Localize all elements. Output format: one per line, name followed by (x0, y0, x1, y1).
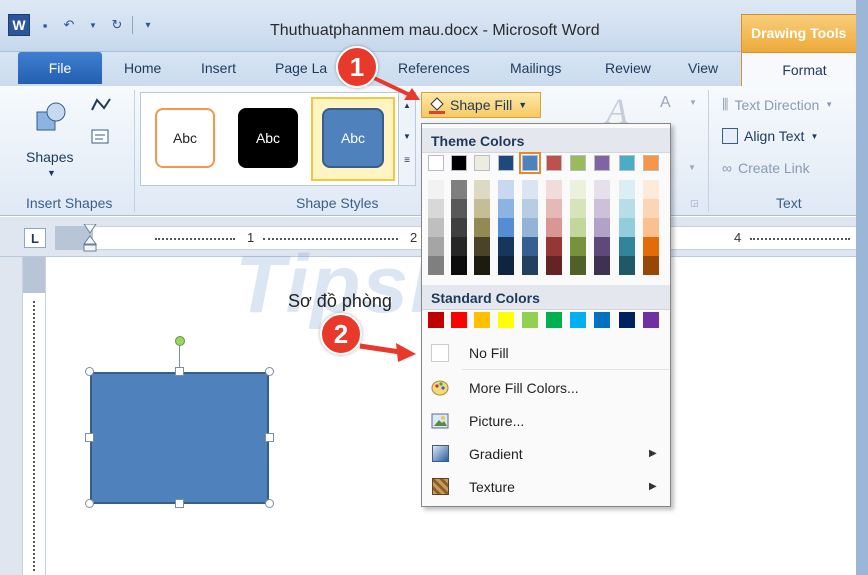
annotation-arrow-1 (373, 76, 413, 98)
annotation-arrow-2 (359, 343, 401, 355)
annotation-arrows (359, 76, 420, 362)
annotation-arrowhead-2 (396, 343, 416, 362)
step-badge-2: 2 (320, 313, 362, 355)
step-badge-1: 1 (336, 46, 378, 88)
